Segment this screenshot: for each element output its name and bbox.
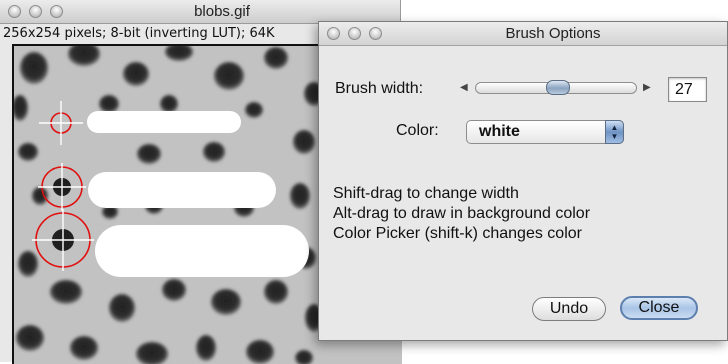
white-brush-stroke — [87, 111, 241, 133]
help-text-line: Alt-drag to draw in background color — [333, 205, 591, 222]
brush-width-slider[interactable]: ◀ ▶ — [458, 79, 657, 97]
brush-options-dialog: Brush Options Brush width: ◀ ▶ 27 Color:… — [318, 21, 728, 341]
dialog-titlebar[interactable]: Brush Options — [319, 22, 727, 46]
close-button[interactable]: Close — [620, 296, 698, 320]
help-text-line: Shift-drag to change width — [333, 185, 519, 202]
white-brush-stroke — [95, 225, 309, 277]
white-brush-stroke — [88, 172, 276, 208]
help-text-line: Color Picker (shift-k) changes color — [333, 225, 582, 242]
slider-right-arrow-icon[interactable]: ▶ — [643, 82, 651, 94]
select-arrows-icon[interactable]: ▲ ▼ — [605, 120, 624, 144]
color-label: Color: — [396, 122, 439, 139]
slider-thumb[interactable] — [546, 80, 570, 95]
color-select-value: white — [479, 123, 520, 140]
brush-width-field[interactable]: 27 — [668, 77, 707, 102]
undo-button[interactable]: Undo — [532, 297, 606, 321]
image-window-title: blobs.gif — [194, 3, 250, 20]
brush-width-label: Brush width: — [335, 80, 424, 97]
slider-left-arrow-icon[interactable]: ◀ — [460, 82, 468, 94]
dialog-title: Brush Options — [505, 25, 601, 42]
color-select[interactable]: white ▲ ▼ — [466, 120, 624, 144]
